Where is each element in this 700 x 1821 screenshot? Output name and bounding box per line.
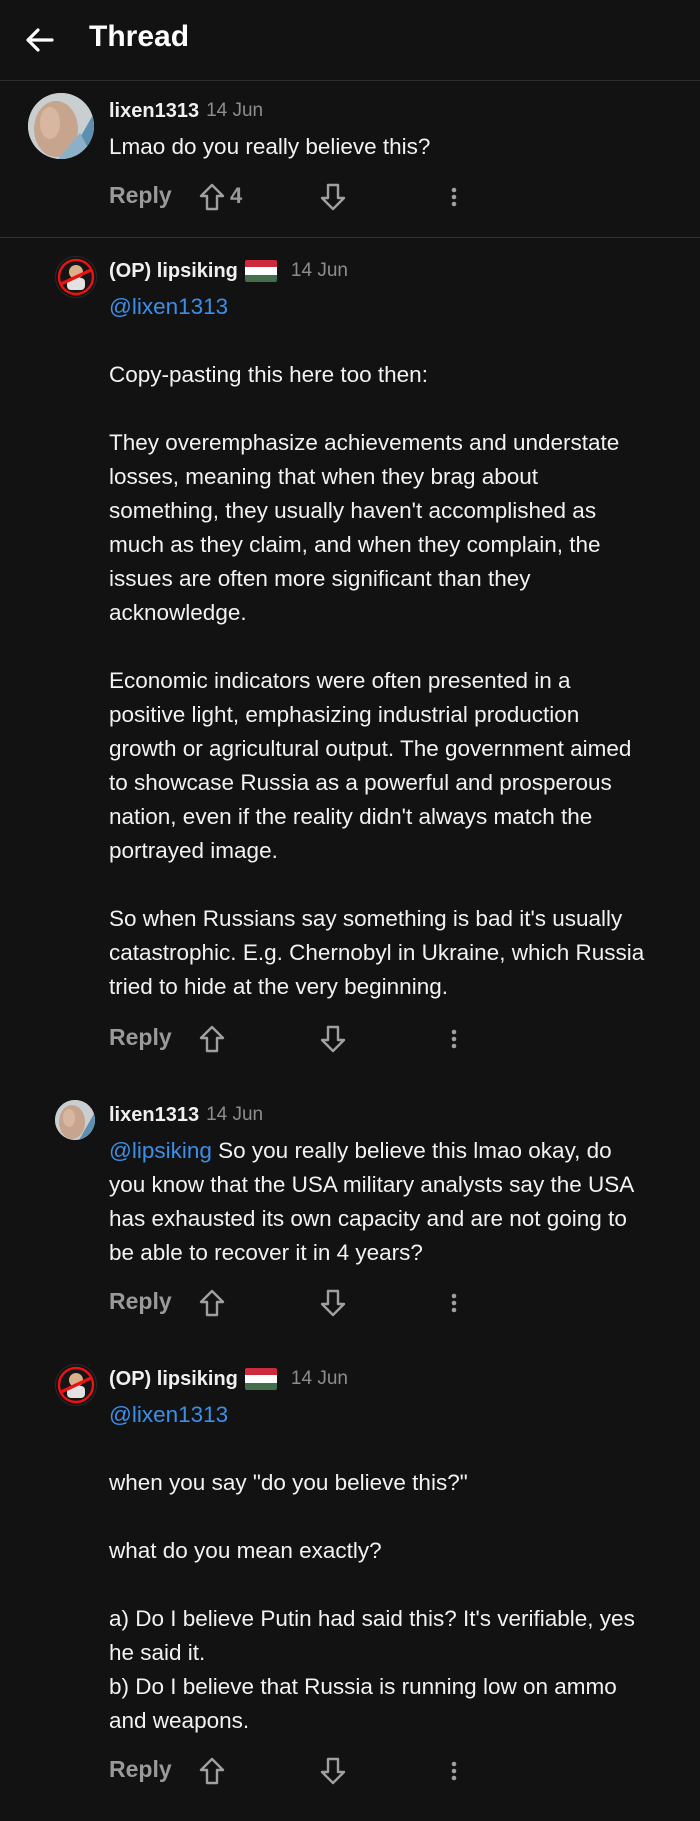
user-mention-link[interactable]: @lixen1313 bbox=[109, 1398, 679, 1432]
divider bbox=[0, 237, 700, 238]
vote-count: 4 bbox=[230, 183, 243, 208]
back-arrow-icon[interactable] bbox=[22, 22, 58, 58]
more-options-icon[interactable] bbox=[444, 1022, 464, 1056]
comment-line: positive light, emphasizing industrial p… bbox=[109, 702, 580, 727]
comment-line: what do you mean exactly? bbox=[109, 1538, 382, 1563]
comment-line: issues are often more significant than t… bbox=[109, 566, 531, 591]
comment-line: Economic indicators were often presented… bbox=[109, 668, 571, 693]
user-mention-link[interactable]: @lipsiking bbox=[109, 1138, 212, 1163]
comment-line: to showcase Russia as a powerful and pro… bbox=[109, 770, 612, 795]
comment-body: @lixen1313 Copy-pasting this here too th… bbox=[109, 290, 679, 1004]
comment-line: They overemphasize achievements and unde… bbox=[109, 430, 620, 455]
comment-body: @lipsiking So you really believe this lm… bbox=[109, 1134, 679, 1270]
comment-line: you know that the USA military analysts … bbox=[109, 1172, 635, 1197]
page-title: Thread bbox=[89, 20, 190, 53]
downvote-icon[interactable] bbox=[316, 1754, 350, 1788]
comment-line: nation, even if the reality didn't alway… bbox=[109, 804, 593, 829]
downvote-icon[interactable] bbox=[316, 180, 350, 214]
avatar[interactable] bbox=[55, 256, 97, 298]
timestamp: 14 Jun bbox=[290, 260, 348, 281]
comment-line: acknowledge. bbox=[109, 600, 247, 625]
username[interactable]: lixen1313 bbox=[109, 1104, 199, 1127]
avatar[interactable] bbox=[55, 1364, 97, 1406]
reply-button[interactable]: Reply bbox=[109, 182, 172, 209]
downvote-icon[interactable] bbox=[316, 1022, 350, 1056]
comment-line: @lipsiking So you really believe this lm… bbox=[109, 1134, 679, 1168]
comment-line: something, they usually haven't accompli… bbox=[109, 498, 597, 523]
reply-button[interactable]: Reply bbox=[109, 1756, 172, 1783]
comment-line: losses, meaning that when they brag abou… bbox=[109, 464, 539, 489]
upvote-icon[interactable] bbox=[195, 1022, 229, 1056]
top-bar: Thread bbox=[0, 0, 700, 81]
downvote-icon[interactable] bbox=[316, 1286, 350, 1320]
comment-meta: (OP) lipsiking 14 Jun bbox=[109, 1366, 348, 1392]
comment-line: be able to recover it in 4 years? bbox=[109, 1240, 423, 1265]
avatar[interactable] bbox=[28, 93, 94, 159]
comment-meta: lixen1313 14 Jun bbox=[109, 1102, 263, 1128]
comment-line: b) Do I believe that Russia is running l… bbox=[109, 1674, 617, 1699]
comment-line: has exhausted its own capacity and are n… bbox=[109, 1206, 627, 1231]
comment-text: So you really believe this lmao okay, do bbox=[211, 1138, 612, 1163]
comment-body: Lmao do you really believe this? bbox=[109, 130, 679, 164]
upvote-icon[interactable] bbox=[195, 180, 229, 214]
username[interactable]: (OP) lipsiking bbox=[109, 260, 238, 283]
comment-line: portrayed image. bbox=[109, 838, 278, 863]
comment-meta: (OP) lipsiking 14 Jun bbox=[109, 258, 348, 284]
upvote-icon[interactable] bbox=[195, 1754, 229, 1788]
comment-actions: Reply bbox=[109, 1282, 669, 1322]
comment-actions: Reply bbox=[109, 1750, 669, 1790]
more-options-icon[interactable] bbox=[444, 1286, 464, 1320]
comment-line: Copy-pasting this here too then: bbox=[109, 362, 428, 387]
more-options-icon[interactable] bbox=[444, 180, 464, 214]
hungary-flag-icon bbox=[244, 260, 277, 282]
comment-line: and weapons. bbox=[109, 1708, 250, 1733]
comment-line: catastrophic. E.g. Chernobyl in Ukraine,… bbox=[109, 940, 645, 965]
username[interactable]: (OP) lipsiking bbox=[109, 1368, 238, 1391]
upvote-icon[interactable] bbox=[195, 1286, 229, 1320]
timestamp: 14 Jun bbox=[206, 100, 264, 121]
avatar[interactable] bbox=[55, 1100, 95, 1140]
comment-actions: Reply bbox=[109, 1018, 669, 1058]
timestamp: 14 Jun bbox=[290, 1368, 348, 1389]
comment-line: when you say "do you believe this?" bbox=[109, 1470, 468, 1495]
comment-line: tried to hide at the very beginning. bbox=[109, 974, 448, 999]
comment-line: Lmao do you really believe this? bbox=[109, 134, 431, 159]
user-mention-link[interactable]: @lixen1313 bbox=[109, 290, 679, 324]
comment-line: much as they claim, and when they compla… bbox=[109, 532, 601, 557]
hungary-flag-icon bbox=[244, 1368, 277, 1390]
comment-line: So when Russians say something is bad it… bbox=[109, 906, 623, 931]
more-options-icon[interactable] bbox=[444, 1754, 464, 1788]
comment-line: growth or agricultural output. The gover… bbox=[109, 736, 632, 761]
comment-body: @lixen1313 when you say "do you believe … bbox=[109, 1398, 679, 1738]
comment-actions: Reply 4 bbox=[109, 176, 669, 216]
comment-meta: lixen1313 14 Jun bbox=[109, 98, 263, 124]
comment-line: a) Do I believe Putin had said this? It'… bbox=[109, 1606, 635, 1631]
timestamp: 14 Jun bbox=[206, 1104, 264, 1125]
reply-button[interactable]: Reply bbox=[109, 1024, 172, 1051]
comment-line: he said it. bbox=[109, 1640, 206, 1665]
reply-button[interactable]: Reply bbox=[109, 1288, 172, 1315]
username[interactable]: lixen1313 bbox=[109, 100, 199, 123]
